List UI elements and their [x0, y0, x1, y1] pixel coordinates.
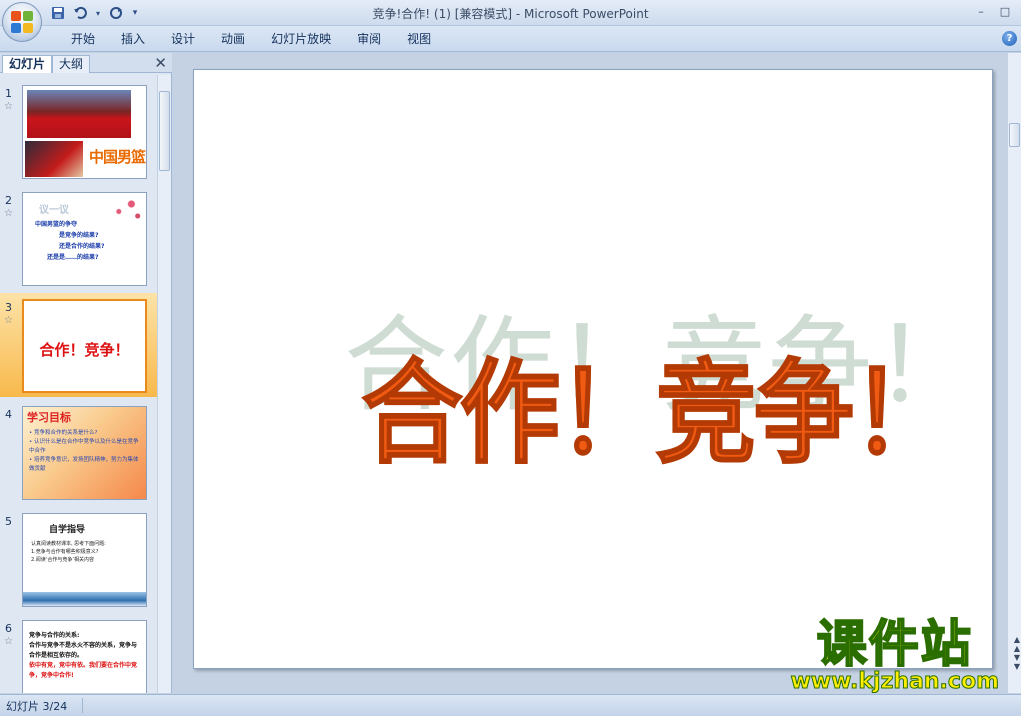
thumb-heading: 议一议 [39, 205, 69, 216]
thumb-body: • 竞争和合作的关系是什么? • 认识什么是在合作中竞争以及什么是在竞争中合作 … [29, 430, 139, 472]
previous-slide-icon[interactable]: ▲ [1014, 635, 1020, 644]
tab-animations[interactable]: 动画 [208, 31, 258, 47]
thumbnail-slide-4[interactable]: 4 学习目标 • 竞争和合作的关系是什么? • 认识什么是在合作中竞争以及什么是… [0, 400, 158, 504]
thumb-body: 中国男篮的争夺 是竞争的结果? 还是合作的结果? 还是是……的结果? [35, 221, 105, 261]
slides-panel: 幻灯片 大纲 ✕ 1 ☆ 中国男篮 2 ☆ 议一议 中国男篮的争夺 是竞争的结果… [0, 53, 172, 693]
page-nav-arrows[interactable]: ▲ ▲ ▼ ▼ [1014, 635, 1020, 671]
slide-preview: 学习目标 • 竞争和合作的关系是什么? • 认识什么是在合作中竞争以及什么是在竞… [22, 406, 147, 500]
slide-preview: 议一议 中国男篮的争夺 是竞争的结果? 还是合作的结果? 还是是……的结果? [22, 192, 147, 286]
tab-slides[interactable]: 幻灯片 [2, 55, 53, 73]
slide-number: 6 [5, 622, 12, 635]
team-photo [27, 90, 131, 138]
watermark-url: www.kjzhan.com [790, 669, 1000, 694]
thumbnail-slide-2[interactable]: 2 ☆ 议一议 中国男篮的争夺 是竞争的结果? 还是合作的结果? 还是是……的结… [0, 186, 158, 290]
sea-image [23, 592, 146, 606]
ribbon-tab-bar: 开始 插入 设计 动画 幻灯片放映 审阅 视图 ? [0, 26, 1021, 52]
office-button[interactable] [2, 2, 42, 42]
slide-editor: 合作！竞争！ 合作！竞争！ ▲ ▲ ▼ ▼ [173, 53, 1021, 693]
thumb-heading: 学习目标 [27, 411, 71, 424]
window-title: 竞争!合作! (1) [兼容模式] - Microsoft PowerPoint [372, 7, 649, 21]
tab-insert[interactable]: 插入 [108, 31, 158, 47]
celebration-photo [25, 141, 83, 177]
tab-outline[interactable]: 大纲 [52, 55, 91, 73]
watermark-text: 课件站 [816, 615, 973, 673]
panel-tabs: 幻灯片 大纲 ✕ [0, 53, 172, 73]
tab-review[interactable]: 审阅 [344, 31, 394, 47]
blossom-decoration [102, 195, 144, 225]
thumb-title: 合作！竞争！ [39, 341, 130, 359]
tab-slide-show[interactable]: 幻灯片放映 [258, 31, 344, 47]
next-slide-icon[interactable]: ▼ [1014, 662, 1020, 671]
thumb-heading: 自学指导 [49, 525, 86, 535]
help-icon[interactable]: ? [1002, 31, 1017, 46]
tab-design[interactable]: 设计 [158, 31, 208, 47]
status-bar: 幻灯片 3/24 [0, 694, 1021, 716]
status-divider [82, 698, 83, 713]
minimize-button[interactable]: – [969, 2, 993, 20]
thumb-title: 中国男篮 [89, 148, 146, 166]
slide-counter: 幻灯片 3/24 [6, 700, 68, 713]
animation-star-icon: ☆ [4, 101, 13, 112]
scrollbar-thumb[interactable] [1009, 123, 1020, 147]
thumbnail-slide-1[interactable]: 1 ☆ 中国男篮 [0, 79, 158, 183]
title-bar: ▾ ▾ 竞争!合作! (1) [兼容模式] - Microsoft PowerP… [0, 0, 1021, 42]
slide-number: 3 [5, 301, 12, 314]
animation-star-icon: ☆ [4, 208, 13, 219]
window-controls: – □ [969, 2, 1017, 20]
slide-preview: 自学指导 认真阅读教材课本, 思考下面问题: 1.竞争与合作有哪些积极意义? 2… [22, 513, 147, 607]
watermark: 课件站 www.kjzhan.com [790, 615, 1000, 694]
close-icon[interactable]: ✕ [154, 54, 167, 72]
next-slide-icon[interactable]: ▼ [1014, 653, 1020, 662]
editor-scrollbar[interactable]: ▲ ▲ ▼ ▼ [1007, 53, 1021, 693]
slide-thumbnails: 1 ☆ 中国男篮 2 ☆ 议一议 中国男篮的争夺 是竞争的结果? 还是合作的结果… [0, 75, 158, 693]
thumbnail-slide-5[interactable]: 5 自学指导 认真阅读教材课本, 思考下面问题: 1.竞争与合作有哪些积极意义?… [0, 507, 158, 611]
slide-number: 5 [5, 515, 12, 528]
slide-preview: 合作！竞争！ [22, 299, 147, 393]
animation-star-icon: ☆ [4, 636, 13, 647]
ribbon-tabs: 开始 插入 设计 动画 幻灯片放映 审阅 视图 [58, 31, 444, 47]
restore-button[interactable]: □ [993, 2, 1017, 20]
thumb-body: 认真阅读教材课本, 思考下面问题: 1.竞争与合作有哪些积极意义? 2.阅读‘合… [31, 541, 106, 563]
current-slide[interactable]: 合作！竞争！ 合作！竞争！ [193, 69, 993, 669]
thumbnail-slide-3[interactable]: 3 ☆ 合作！竞争！ [0, 293, 158, 397]
thumbnail-slide-6[interactable]: 6 ☆ 竞争与合作的关系: 合作与竞争不是水火不容的关系，竞争与合作是相互依存的… [0, 614, 158, 693]
slide-title[interactable]: 合作！竞争！ [361, 322, 953, 484]
tab-home[interactable]: 开始 [58, 31, 108, 47]
tab-view[interactable]: 视图 [394, 31, 444, 47]
thumb-body: 竞争与合作的关系: 合作与竞争不是水火不容的关系，竞争与合作是相互依存的。 依中… [29, 632, 138, 679]
slide-number: 1 [5, 87, 12, 100]
slide-preview: 中国男篮 [22, 85, 147, 179]
scrollbar-thumb[interactable] [159, 91, 170, 171]
previous-slide-icon[interactable]: ▲ [1014, 644, 1020, 653]
thumbnails-scrollbar[interactable] [157, 75, 171, 693]
slide-number: 4 [5, 408, 12, 421]
slide-preview: 竞争与合作的关系: 合作与竞争不是水火不容的关系，竞争与合作是相互依存的。 依中… [22, 620, 147, 693]
slide-number: 2 [5, 194, 12, 207]
powerpoint-window: ▾ ▾ 竞争!合作! (1) [兼容模式] - Microsoft PowerP… [0, 0, 1021, 716]
office-logo-icon [11, 11, 33, 33]
animation-star-icon: ☆ [4, 315, 13, 326]
